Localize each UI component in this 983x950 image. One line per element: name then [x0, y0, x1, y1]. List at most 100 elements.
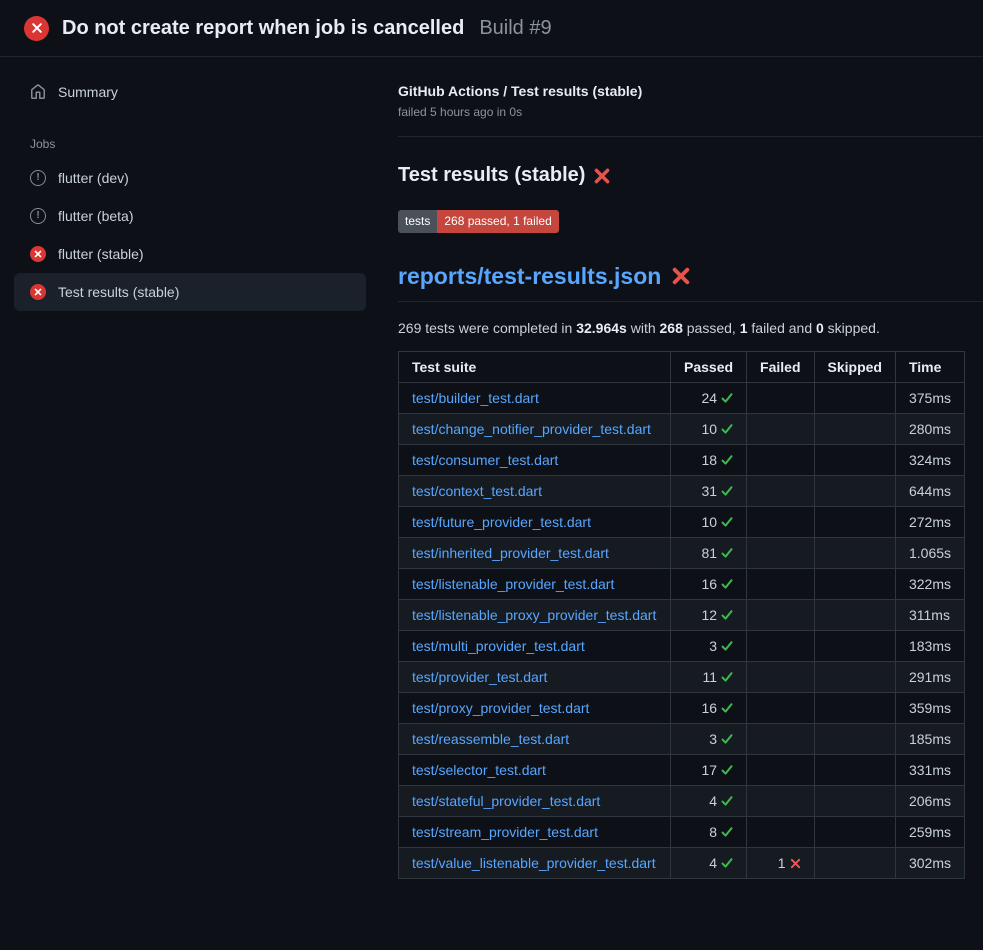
sidebar-job-flutter-stable[interactable]: flutter (stable) — [14, 235, 366, 273]
passed-cell: 16 — [671, 568, 747, 599]
time-cell: 183ms — [895, 630, 964, 661]
failed-cell — [747, 537, 814, 568]
test-suite-link[interactable]: test/proxy_provider_test.dart — [412, 700, 589, 716]
time-cell: 291ms — [895, 661, 964, 692]
test-suite-link[interactable]: test/change_notifier_provider_test.dart — [412, 421, 651, 437]
test-suite-link[interactable]: test/value_listenable_provider_test.dart — [412, 855, 656, 871]
check-icon — [721, 454, 733, 466]
sidebar-job-test-results-stable[interactable]: Test results (stable) — [14, 273, 366, 311]
table-row: test/reassemble_test.dart 3 185ms — [399, 723, 965, 754]
failed-status-icon — [30, 246, 46, 262]
skipped-cell — [814, 692, 895, 723]
passed-cell: 24 — [671, 382, 747, 413]
skipped-cell — [814, 847, 895, 878]
time-cell: 206ms — [895, 785, 964, 816]
skipped-cell — [814, 475, 895, 506]
failed-cell — [747, 723, 814, 754]
test-suite-link[interactable]: test/selector_test.dart — [412, 762, 546, 778]
table-row: test/change_notifier_provider_test.dart1… — [399, 413, 965, 444]
table-row: test/stream_provider_test.dart 8 259ms — [399, 816, 965, 847]
sidebar: Summary Jobs ! flutter (dev) ! flutter (… — [0, 57, 380, 950]
test-suite-link[interactable]: test/inherited_provider_test.dart — [412, 545, 609, 561]
test-suite-link[interactable]: test/reassemble_test.dart — [412, 731, 569, 747]
check-icon — [721, 671, 733, 683]
test-suite-link[interactable]: test/stream_provider_test.dart — [412, 824, 598, 840]
badge-label: tests — [398, 210, 437, 233]
passed-cell: 8 — [671, 816, 747, 847]
passed-cell: 3 — [671, 630, 747, 661]
suite-cell: test/listenable_provider_test.dart — [399, 568, 671, 599]
passed-cell: 31 — [671, 475, 747, 506]
report-link[interactable]: reports/test-results.json — [398, 263, 661, 290]
failed-cell — [747, 754, 814, 785]
skipped-cell — [814, 537, 895, 568]
time-cell: 259ms — [895, 816, 964, 847]
cross-icon — [790, 858, 801, 869]
table-row: test/future_provider_test.dart10272ms — [399, 506, 965, 537]
divider — [398, 136, 983, 137]
table-row: test/selector_test.dart17331ms — [399, 754, 965, 785]
test-suite-link[interactable]: test/stateful_provider_test.dart — [412, 793, 600, 809]
neutral-status-icon: ! — [30, 170, 46, 186]
failed-cell — [747, 568, 814, 599]
check-icon — [721, 485, 733, 497]
suite-cell: test/consumer_test.dart — [399, 444, 671, 475]
test-suite-link[interactable]: test/multi_provider_test.dart — [412, 638, 585, 654]
column-header-passed: Passed — [671, 351, 747, 382]
table-row: test/value_listenable_provider_test.dart… — [399, 847, 965, 878]
time-cell: 185ms — [895, 723, 964, 754]
test-suite-link[interactable]: test/consumer_test.dart — [412, 452, 558, 468]
test-suite-link[interactable]: test/context_test.dart — [412, 483, 542, 499]
check-icon — [721, 764, 733, 776]
skipped-cell — [814, 661, 895, 692]
test-suite-link[interactable]: test/future_provider_test.dart — [412, 514, 591, 530]
suite-cell: test/context_test.dart — [399, 475, 671, 506]
job-label: flutter (dev) — [58, 170, 129, 186]
failed-status-icon — [24, 16, 49, 41]
suite-cell: test/inherited_provider_test.dart — [399, 537, 671, 568]
results-table: Test suite Passed Failed Skipped Time te… — [398, 351, 965, 879]
suite-cell: test/provider_test.dart — [399, 661, 671, 692]
test-suite-link[interactable]: test/provider_test.dart — [412, 669, 547, 685]
passed-cell: 3 — [671, 723, 747, 754]
build-number: Build #9 — [479, 17, 551, 40]
table-row: test/listenable_provider_test.dart16322m… — [399, 568, 965, 599]
home-icon — [30, 84, 46, 100]
passed-cell: 12 — [671, 599, 747, 630]
column-header-time: Time — [895, 351, 964, 382]
table-row: test/builder_test.dart24375ms — [399, 382, 965, 413]
check-icon — [721, 795, 733, 807]
breadcrumb: GitHub Actions / Test results (stable) — [398, 83, 983, 99]
badge-value: 268 passed, 1 failed — [437, 210, 558, 233]
suite-cell: test/value_listenable_provider_test.dart — [399, 847, 671, 878]
passed-cell: 17 — [671, 754, 747, 785]
table-row: test/consumer_test.dart18324ms — [399, 444, 965, 475]
column-header-test-suite: Test suite — [399, 351, 671, 382]
test-suite-link[interactable]: test/listenable_provider_test.dart — [412, 576, 614, 592]
test-suite-link[interactable]: test/builder_test.dart — [412, 390, 539, 406]
column-header-skipped: Skipped — [814, 351, 895, 382]
check-icon — [721, 423, 733, 435]
suite-cell: test/future_provider_test.dart — [399, 506, 671, 537]
skipped-cell — [814, 816, 895, 847]
skipped-cell — [814, 568, 895, 599]
suite-cell: test/listenable_proxy_provider_test.dart — [399, 599, 671, 630]
skipped-cell — [814, 723, 895, 754]
skipped-cell — [814, 599, 895, 630]
sidebar-job-flutter-beta[interactable]: ! flutter (beta) — [14, 197, 366, 235]
check-icon — [721, 547, 733, 559]
run-meta: failed 5 hours ago in 0s — [398, 105, 983, 119]
time-cell: 311ms — [895, 599, 964, 630]
table-row: test/context_test.dart31644ms — [399, 475, 965, 506]
test-suite-link[interactable]: test/listenable_proxy_provider_test.dart — [412, 607, 656, 623]
check-icon — [721, 702, 733, 714]
passed-cell: 81 — [671, 537, 747, 568]
suite-cell: test/proxy_provider_test.dart — [399, 692, 671, 723]
suite-cell: test/multi_provider_test.dart — [399, 630, 671, 661]
failed-cell — [747, 692, 814, 723]
check-icon — [721, 640, 733, 652]
suite-cell: test/selector_test.dart — [399, 754, 671, 785]
sidebar-job-flutter-dev[interactable]: ! flutter (dev) — [14, 159, 366, 197]
failed-cell — [747, 661, 814, 692]
sidebar-item-summary[interactable]: Summary — [14, 75, 366, 109]
